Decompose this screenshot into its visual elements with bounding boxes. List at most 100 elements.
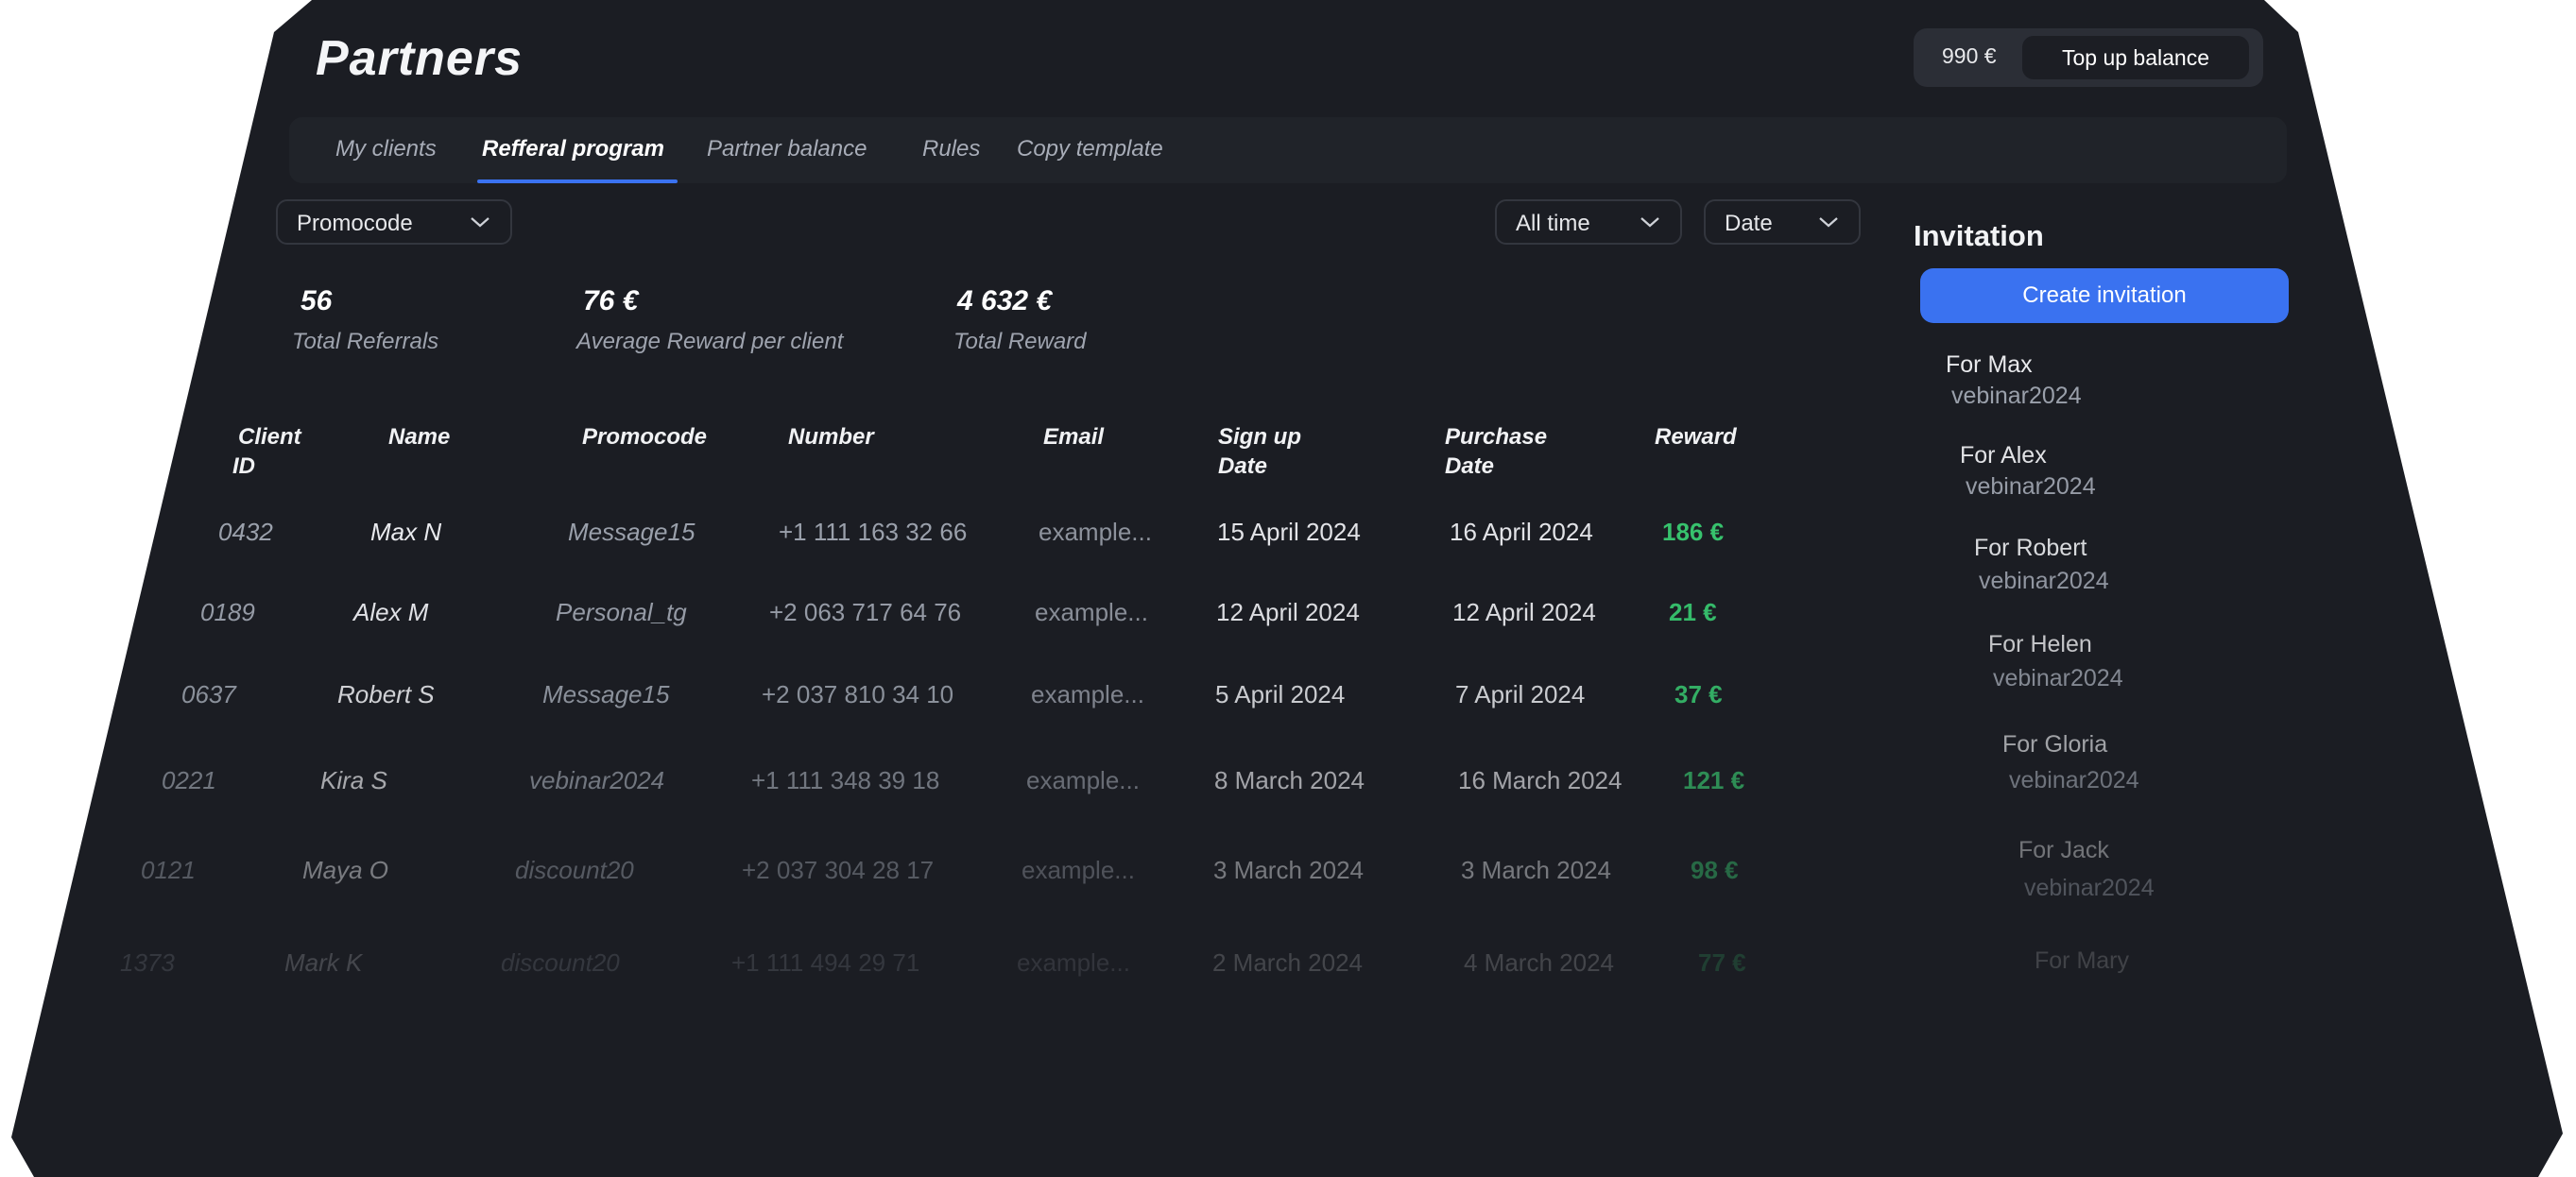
active-tab-indicator [477, 179, 678, 183]
cell-promocode: Message15 [542, 680, 670, 708]
period-dropdown-label: All time [1516, 211, 1590, 236]
column-header-number[interactable]: Number [788, 422, 874, 452]
cell-email: example... [1031, 680, 1144, 708]
column-header-name[interactable]: Name [388, 422, 450, 452]
invitation-recipient: For Robert [1974, 535, 2087, 561]
cell-promocode: discount20 [515, 856, 634, 884]
tab-partner-balance[interactable]: Partner balance [707, 136, 867, 162]
tab-my-clients[interactable]: My clients [335, 136, 437, 162]
cell-reward: 98 € [1691, 856, 1739, 884]
stat-total-referrals-value: 56 [301, 285, 333, 316]
invitation-recipient: For Alex [1960, 442, 2047, 469]
column-header-signup-line2: Date [1218, 453, 1268, 479]
cell-number: +2 037 810 34 10 [762, 680, 954, 708]
cell-signup: 8 March 2024 [1214, 766, 1365, 794]
stat-average-reward-value: 76 € [583, 285, 639, 316]
cell-purchase: 16 March 2024 [1458, 766, 1623, 794]
cell-promocode: Message15 [568, 518, 696, 546]
invitation-code: vebinar2024 [2009, 767, 2139, 793]
stat-average-reward-label: Average Reward per client [576, 329, 844, 354]
stat-total-referrals-label: Total Referrals [292, 329, 439, 354]
tab-copy-template[interactable]: Copy template [1017, 136, 1163, 162]
sort-dropdown[interactable]: Date [1704, 199, 1861, 245]
invitation-recipient: For Gloria [2002, 731, 2108, 758]
cell-email: example... [1022, 856, 1135, 884]
invitation-code: vebinar2024 [1979, 568, 2109, 594]
invitation-recipient: For Helen [1988, 631, 2092, 657]
column-header-name-text: Name [388, 424, 451, 450]
column-header-signup-date[interactable]: Sign up Date [1218, 422, 1301, 481]
column-header-reward-text: Reward [1655, 424, 1737, 450]
tab-referral-program[interactable]: Refferal program [482, 136, 664, 162]
cell-signup: 15 April 2024 [1217, 518, 1361, 546]
cell-id: 0189 [200, 598, 255, 626]
cell-number: +1 111 348 39 18 [751, 766, 940, 794]
column-header-promocode[interactable]: Promocode [582, 422, 707, 452]
cell-email: example... [1017, 948, 1130, 977]
invitation-recipient: For Mary [2035, 947, 2129, 974]
cell-promocode: Personal_tg [556, 598, 687, 626]
cell-email: example... [1035, 598, 1148, 626]
cell-id: 0432 [218, 518, 273, 546]
column-header-signup-line1: Sign up [1218, 424, 1301, 450]
cell-name: Maya O [302, 856, 389, 884]
cell-reward: 21 € [1669, 598, 1717, 626]
column-header-client-id-line2: ID [232, 453, 255, 479]
promocode-dropdown[interactable]: Promocode [276, 199, 512, 245]
cell-id: 0121 [141, 856, 196, 884]
cell-number: +2 037 304 28 17 [742, 856, 935, 884]
cell-purchase: 4 March 2024 [1464, 948, 1614, 977]
cell-promocode: vebinar2024 [529, 766, 665, 794]
column-header-client-id-line1: Client [238, 424, 301, 450]
cell-number: +1 111 163 32 66 [779, 518, 968, 546]
cell-email: example... [1039, 518, 1152, 546]
column-header-email[interactable]: Email [1043, 422, 1104, 452]
cell-purchase: 12 April 2024 [1452, 598, 1596, 626]
period-dropdown[interactable]: All time [1495, 199, 1682, 245]
stat-total-reward-label: Total Reward [953, 329, 1087, 354]
cell-name: Mark K [284, 948, 363, 977]
promocode-dropdown-label: Promocode [297, 211, 413, 236]
cell-id: 0637 [181, 680, 236, 708]
column-header-client-id[interactable]: Client ID [232, 422, 301, 481]
cell-name: Alex M [353, 598, 429, 626]
invitation-code: vebinar2024 [1993, 665, 2123, 691]
cell-name: Kira S [320, 766, 387, 794]
column-header-promocode-text: Promocode [582, 424, 708, 450]
cell-number: +1 111 494 29 71 [731, 948, 920, 977]
cell-id: 1373 [120, 948, 175, 977]
column-header-purchase-line2: Date [1445, 453, 1495, 479]
column-header-number-text: Number [788, 424, 874, 450]
cell-id: 0221 [162, 766, 216, 794]
invitation-recipient: For Jack [2018, 837, 2109, 863]
cell-email: example... [1026, 766, 1140, 794]
cell-purchase: 16 April 2024 [1450, 518, 1593, 546]
column-header-reward[interactable]: Reward [1655, 422, 1737, 452]
cell-reward: 121 € [1683, 766, 1745, 794]
cell-name: Max N [370, 518, 442, 546]
cell-reward: 37 € [1674, 680, 1723, 708]
chevron-down-icon [1640, 217, 1659, 228]
partners-panel: Partners 990 € Top up balance My clients… [11, 0, 2563, 1177]
cell-reward: 186 € [1662, 518, 1725, 546]
column-header-purchase-date[interactable]: Purchase Date [1445, 422, 1547, 481]
cell-purchase: 7 April 2024 [1455, 680, 1586, 708]
invitation-code: vebinar2024 [1966, 473, 2096, 500]
cell-name: Robert S [337, 680, 435, 708]
cell-number: +2 063 717 64 76 [769, 598, 962, 626]
balance-amount: 990 € [1942, 43, 1997, 68]
cell-signup: 12 April 2024 [1216, 598, 1360, 626]
page-title: Partners [316, 31, 523, 86]
cell-signup: 2 March 2024 [1212, 948, 1363, 977]
invitation-recipient: For Max [1946, 351, 2033, 378]
cell-promocode: discount20 [501, 948, 620, 977]
tab-rules[interactable]: Rules [922, 136, 980, 162]
invitation-title: Invitation [1914, 219, 2044, 252]
chevron-down-icon [1819, 217, 1838, 228]
top-up-balance-button[interactable]: Top up balance [2022, 36, 2249, 79]
column-header-purchase-line1: Purchase [1445, 424, 1548, 450]
sort-dropdown-label: Date [1725, 211, 1773, 236]
cell-reward: 77 € [1698, 948, 1746, 977]
create-invitation-button[interactable]: Create invitation [1920, 268, 2289, 323]
invitation-code: vebinar2024 [2024, 875, 2155, 901]
